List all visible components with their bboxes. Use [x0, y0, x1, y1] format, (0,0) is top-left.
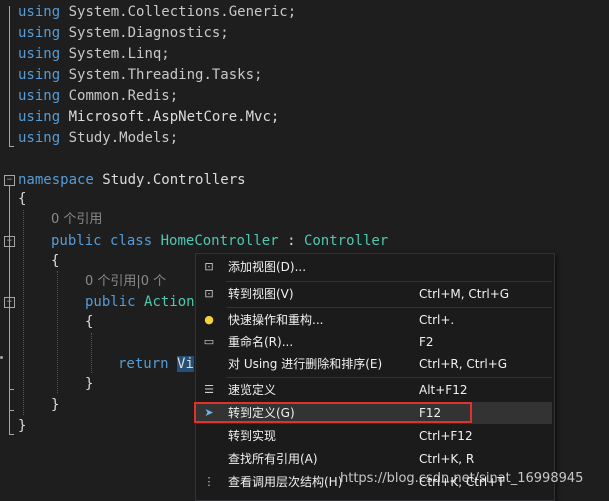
using-line: using Common.Redis; — [18, 86, 178, 107]
colon: : — [287, 233, 296, 249]
using-namespace: Common.Redis; — [68, 88, 179, 104]
using-keyword: using — [18, 25, 61, 41]
using-keyword: using — [18, 46, 61, 62]
menu-item-go-to-implementation[interactable]: 转到实现 Ctrl+F12 — [196, 425, 552, 447]
menu-item-label: 对 Using 进行删除和排序(E) — [228, 357, 383, 371]
using-namespace: System.Collections.Generic; — [68, 4, 297, 20]
breakpoint-dot — [0, 356, 3, 359]
brace-line: { — [18, 189, 26, 210]
reference-count-hint[interactable]: 0 个引用|0 个 — [85, 271, 166, 292]
add-view-icon: ⊡ — [204, 260, 214, 273]
using-keyword: using — [18, 109, 61, 125]
menu-item-shortcut: F2 — [419, 335, 434, 349]
outline-tick — [9, 146, 14, 147]
menu-item-shortcut: Ctrl+. — [419, 313, 455, 327]
menu-item-label: 快速操作和重构... — [228, 313, 324, 327]
outline-tick — [9, 389, 14, 390]
namespace-name: Study.Controllers — [102, 172, 246, 188]
menu-item-shortcut: Ctrl+K, R — [419, 452, 475, 466]
highlight-box — [194, 402, 472, 423]
using-keyword: using — [18, 4, 61, 20]
menu-item-label: 转到实现 — [228, 429, 277, 443]
lightbulb-icon: ● — [204, 313, 214, 326]
indent-guide — [23, 210, 24, 415]
indent-guide — [91, 333, 92, 373]
menu-item-label: 转到视图(V) — [228, 287, 294, 301]
return-keyword: return — [118, 356, 169, 372]
public-keyword: public — [85, 294, 136, 310]
menu-separator — [226, 307, 552, 308]
menu-item-find-all-references[interactable]: 查找所有引用(A) Ctrl+K, R — [196, 448, 552, 470]
menu-item-shortcut: Alt+F12 — [419, 383, 468, 397]
menu-item-label: 查看调用层次结构(H) — [228, 475, 343, 489]
menu-item-shortcut: Ctrl+R, Ctrl+G — [419, 357, 508, 371]
menu-item-shortcut: Ctrl+F12 — [419, 429, 473, 443]
class-declaration: public class HomeController : Controller — [51, 231, 388, 252]
indent-guide — [57, 271, 58, 393]
brace-line: } — [51, 395, 59, 416]
return-statement: return Vi — [118, 354, 194, 375]
brace-line: { — [85, 312, 93, 333]
close-brace: } — [18, 418, 27, 434]
menu-item-label: 速览定义 — [228, 383, 277, 397]
menu-item-label: 查找所有引用(A) — [228, 452, 318, 466]
using-keyword: using — [18, 67, 61, 83]
watermark-text: https://blog.csdn.net/sinat_16998945 — [340, 471, 584, 486]
using-line: using Study.Models; — [18, 128, 178, 149]
outline-tick — [9, 434, 14, 435]
open-brace: { — [18, 191, 27, 207]
menu-item-go-to-view[interactable]: ⊡ 转到视图(V) Ctrl+M, Ctrl+G — [196, 283, 552, 305]
using-line: using Microsoft.AspNetCore.Mvc; — [18, 107, 279, 128]
using-namespace: System.Linq; — [68, 46, 170, 62]
namespace-keyword: namespace — [18, 172, 94, 188]
menu-item-peek-definition[interactable]: ☰ 速览定义 Alt+F12 — [196, 379, 552, 401]
using-line: using System.Diagnostics; — [18, 23, 229, 44]
menu-item-rename[interactable]: ▭ 重命名(R)... F2 — [196, 331, 552, 353]
brace-line: } — [18, 416, 26, 437]
return-type: Action — [144, 294, 195, 310]
using-line: using System.Threading.Tasks; — [18, 65, 262, 86]
menu-item-label: 重命名(R)... — [228, 335, 294, 349]
method-declaration: public Action — [85, 292, 195, 313]
brace-line: } — [85, 374, 93, 395]
menu-item-quick-actions[interactable]: ● 快速操作和重构... Ctrl+. — [196, 309, 552, 331]
open-brace: { — [51, 253, 60, 269]
public-keyword: public — [51, 233, 102, 249]
using-namespace: Study.Models; — [68, 130, 179, 146]
go-to-view-icon: ⊡ — [204, 287, 214, 300]
using-keyword: using — [18, 130, 61, 146]
using-namespace: System.Diagnostics; — [68, 25, 229, 41]
menu-separator — [226, 377, 552, 378]
namespace-line: namespace Study.Controllers — [18, 170, 246, 191]
using-line: using System.Collections.Generic; — [18, 2, 296, 23]
using-namespace: Microsoft.AspNetCore.Mvc; — [68, 109, 280, 125]
outline-tick — [9, 410, 14, 411]
close-brace: } — [85, 376, 94, 392]
selected-identifier[interactable]: Vi — [177, 356, 194, 372]
collapse-icon[interactable]: − — [4, 175, 15, 186]
menu-item-shortcut: Ctrl+M, Ctrl+G — [419, 287, 510, 301]
class-keyword: class — [110, 233, 153, 249]
context-menu: ⊡ 添加视图(D)... ⊡ 转到视图(V) Ctrl+M, Ctrl+G ● 快速操作… — [195, 253, 555, 501]
brace-line: { — [51, 251, 59, 272]
base-class-name: Controller — [303, 233, 389, 249]
reference-count-hint[interactable]: 0 个引用 — [51, 209, 102, 230]
rename-icon: ▭ — [203, 335, 215, 348]
outline-bar — [9, 6, 10, 146]
reference-hint-text[interactable]: 0 个引用 — [51, 212, 102, 227]
outline-bar — [9, 307, 10, 389]
using-namespace: System.Threading.Tasks; — [68, 67, 263, 83]
using-keyword: using — [18, 88, 61, 104]
call-hierarchy-icon: ⋮ — [203, 475, 215, 488]
menu-item-label: 添加视图(D)... — [228, 260, 307, 274]
menu-item-remove-and-sort-usings[interactable]: 对 Using 进行删除和排序(E) Ctrl+R, Ctrl+G — [196, 353, 552, 375]
using-line: using System.Linq; — [18, 44, 170, 65]
reference-hint-text[interactable]: 0 个引用|0 个 — [85, 274, 166, 289]
menu-separator — [226, 281, 552, 282]
close-brace: } — [51, 397, 60, 413]
class-name: HomeController — [160, 233, 279, 249]
menu-item-add-view[interactable]: ⊡ 添加视图(D)... — [196, 256, 552, 278]
peek-definition-icon: ☰ — [204, 383, 214, 396]
open-brace: { — [85, 314, 94, 330]
